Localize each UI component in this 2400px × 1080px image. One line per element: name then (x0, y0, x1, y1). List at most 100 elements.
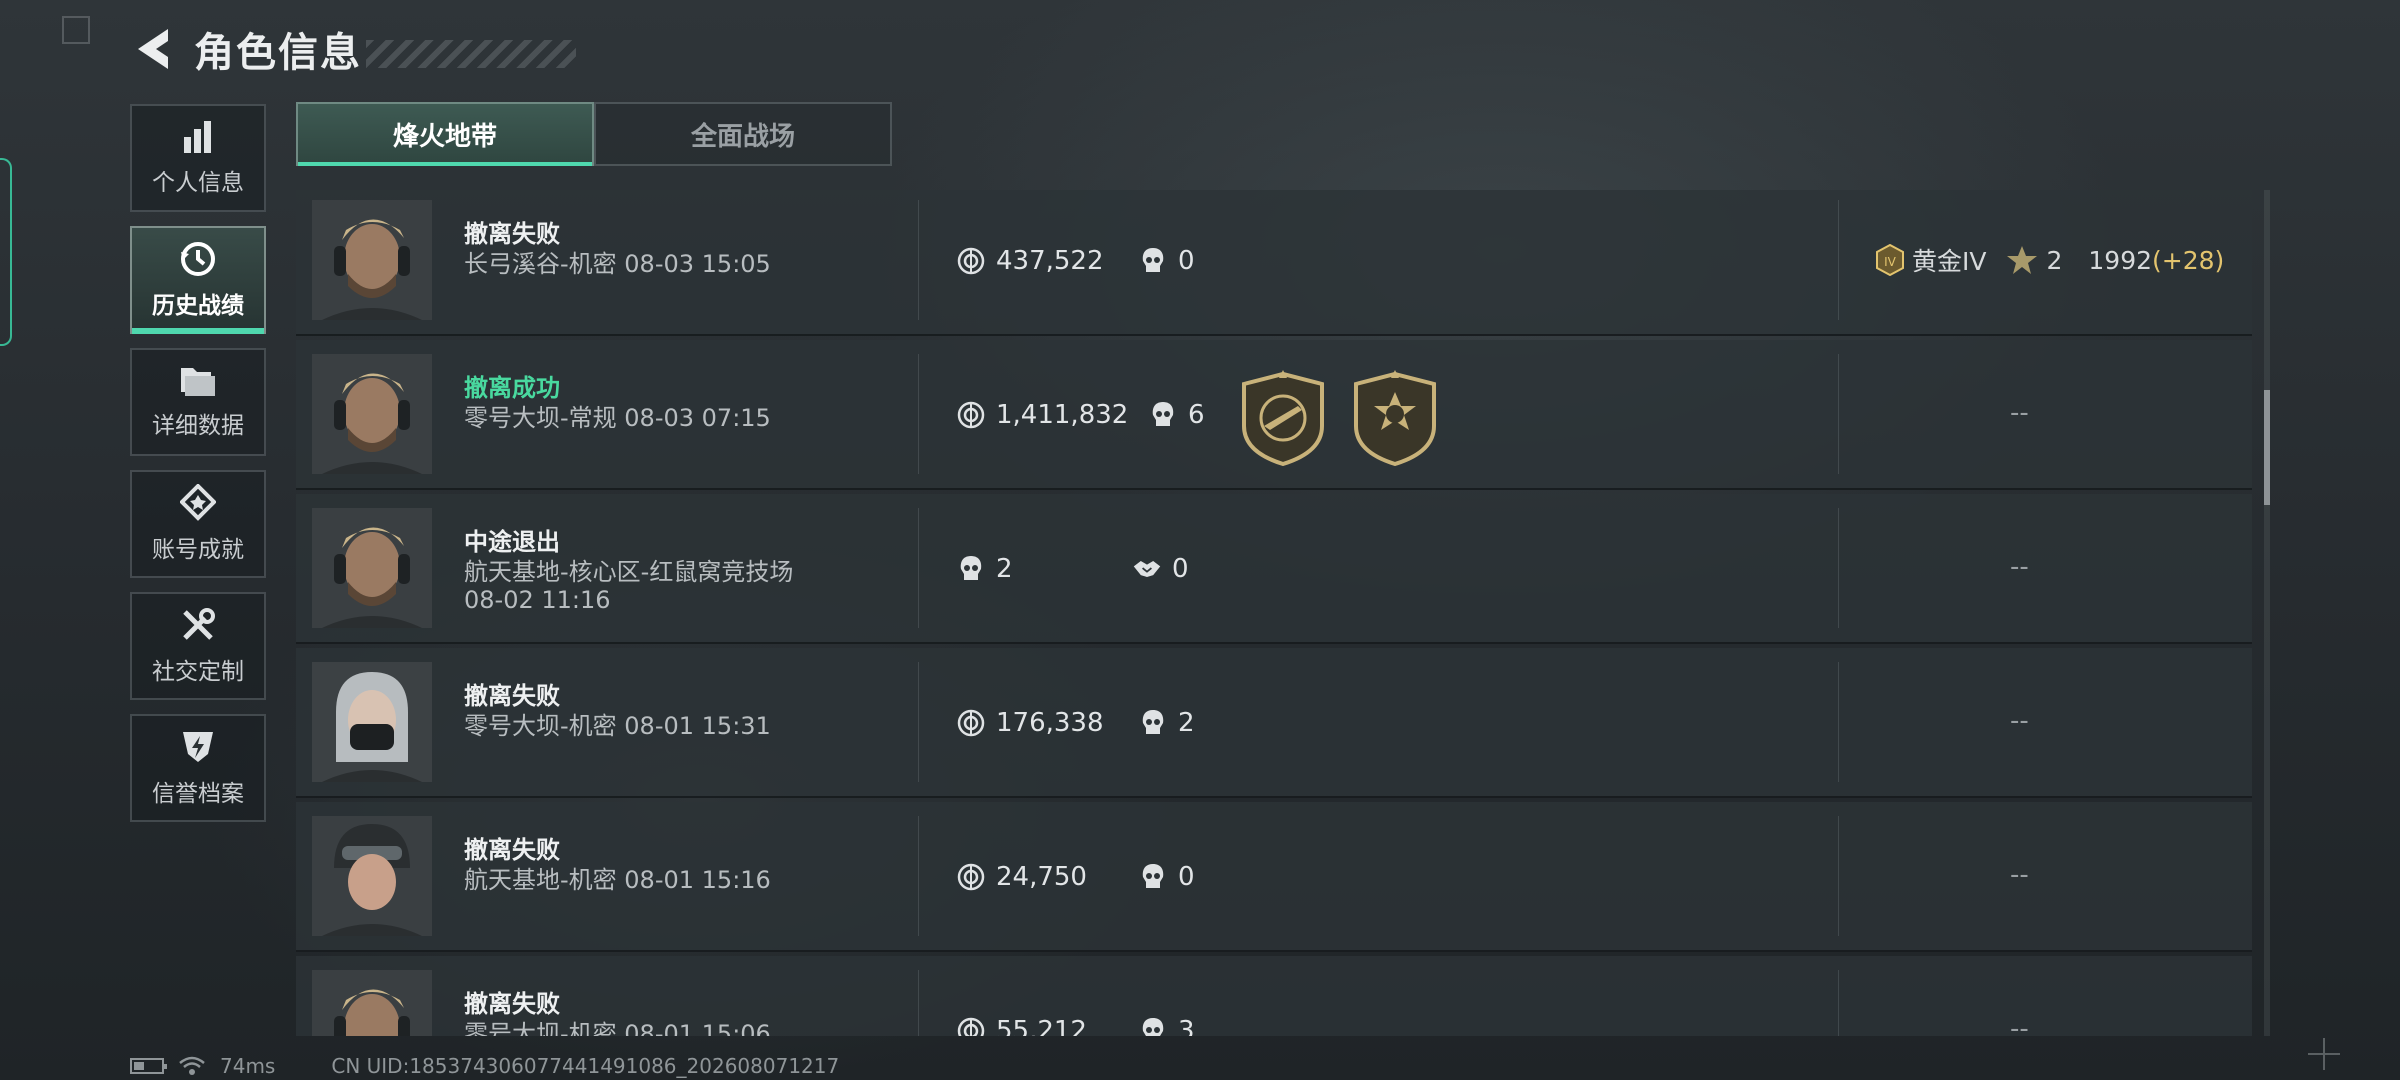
match-location-time: 航天基地-机密 08-01 15:16 (464, 866, 771, 894)
avatar (312, 200, 432, 320)
kills-stat: 0 (1138, 862, 1195, 892)
rank-result: -- (2010, 706, 2029, 736)
user-uid: CN UID:1853743060774414910​86_2026080712… (331, 1054, 840, 1078)
match-status: 中途退出 (464, 528, 560, 556)
divider (918, 200, 919, 320)
scrollbar-thumb[interactable] (2264, 390, 2270, 505)
rank-badge-icon: IV (1876, 244, 1904, 276)
medal-group (1238, 370, 1462, 466)
page-header: 角色信息 (130, 20, 576, 78)
nav-item-credit[interactable]: 信誉档案 (130, 714, 266, 822)
star-count: 2 (2046, 245, 2063, 275)
nav-label: 详细数据 (152, 413, 244, 439)
assists-count: 0 (1172, 554, 1189, 584)
value-stat: 24,750 (956, 862, 1087, 892)
rank-result: -- (2010, 1014, 2029, 1036)
operator-portrait-icon (312, 200, 432, 320)
divider (918, 354, 919, 474)
nav-label: 信誉档案 (152, 781, 244, 807)
match-history-list[interactable]: 撤离失败 长弓溪谷-机密 08-03 15:05 437,522 0 IV 黄金… (296, 190, 2252, 1036)
match-status: 撤离失败 (464, 682, 560, 710)
tab-full-battlefield[interactable]: 全面战场 (594, 102, 892, 166)
kills-count: 0 (1178, 862, 1195, 892)
shield-bolt-icon (183, 732, 213, 762)
nav-item-profile[interactable]: 个人信息 (130, 104, 266, 212)
bar-chart-icon (184, 121, 211, 153)
match-location-time: 零号大坝-机密 08-01 15:06 (464, 1020, 771, 1036)
nav-item-social[interactable]: 社交定制 (130, 592, 266, 700)
avatar (312, 662, 432, 782)
kills-count: 2 (996, 554, 1013, 584)
rank-score: 1992 (2088, 245, 2153, 275)
list-item[interactable]: 撤离失败 零号大坝-机密 08-01 15:06 55,212 3 -- (296, 956, 2252, 1036)
avatar (312, 970, 432, 1036)
rank-result: -- (2010, 860, 2029, 890)
nav-label: 历史战绩 (152, 293, 244, 319)
match-status: 撤离成功 (464, 374, 560, 402)
skull-icon (1142, 864, 1164, 888)
value-stat: 55,212 (956, 1016, 1087, 1036)
rank-result: -- (2010, 552, 2029, 582)
currency-icon (957, 1017, 985, 1036)
currency-icon (957, 247, 985, 275)
kills-stat: 2 (1138, 708, 1195, 738)
back-button[interactable] (130, 23, 178, 75)
wifi-icon (179, 1056, 205, 1075)
skull-icon (1152, 402, 1174, 426)
svg-text:IV: IV (1884, 255, 1897, 269)
corner-frame-icon (62, 16, 90, 44)
history-icon (181, 242, 215, 276)
status-footer: 74ms CN UID:1853743060774414910​86_20260… (130, 1054, 839, 1078)
match-status: 撤离失败 (464, 836, 560, 864)
value-stat: 176,338 (956, 708, 1104, 738)
nav-label: 账号成就 (152, 537, 244, 563)
match-location-time: 零号大坝-常规 08-03 07:15 (464, 404, 771, 432)
divider (1838, 970, 1839, 1036)
skull-icon (1142, 1018, 1164, 1036)
match-status: 撤离失败 (464, 990, 560, 1018)
operator-portrait-icon (312, 354, 432, 474)
match-location-time: 零号大坝-机密 08-01 15:31 (464, 712, 771, 740)
mode-tabs: 烽火地带 全面战场 (296, 102, 892, 166)
edge-handle[interactable] (0, 158, 12, 346)
divider (918, 970, 919, 1036)
operator-portrait-icon (312, 508, 432, 628)
value-amount: 24,750 (996, 862, 1087, 892)
page-title: 角色信息 (194, 30, 362, 76)
value-amount: 437,522 (996, 246, 1104, 276)
kills-count: 2 (1178, 708, 1195, 738)
nav-item-achievements[interactable]: 账号成就 (130, 470, 266, 578)
avatar (312, 354, 432, 474)
currency-icon (957, 863, 985, 891)
side-nav: 个人信息 历史战绩 详细数据 账号成就 社交定制 信誉档案 (130, 104, 266, 836)
match-location-time: 长弓溪谷-机密 08-03 15:05 (464, 250, 771, 278)
list-scrollbar[interactable] (2264, 190, 2270, 1036)
kills-stat: 2 (956, 554, 1013, 584)
list-item[interactable]: 撤离失败 长弓溪谷-机密 08-03 15:05 437,522 0 IV 黄金… (296, 190, 2252, 336)
value-amount: 55,212 (996, 1016, 1087, 1036)
weapon-medal-icon[interactable] (1238, 370, 1328, 466)
nav-item-history[interactable]: 历史战绩 (130, 226, 266, 334)
tab-warzone[interactable]: 烽火地带 (296, 102, 594, 166)
ping-value: 74ms (220, 1054, 276, 1078)
battery-icon (130, 1058, 167, 1074)
match-location-time: 航天基地-核心区-红鼠窝竞技场 08-02 11:16 (464, 558, 794, 614)
list-item[interactable]: 撤离成功 零号大坝-常规 08-03 07:15 1,411,832 6 -- (296, 340, 2252, 490)
nav-label: 个人信息 (152, 170, 244, 196)
crosshair-plus-icon (2308, 1038, 2340, 1070)
list-item[interactable]: 撤离失败 零号大坝-机密 08-01 15:31 176,338 2 -- (296, 648, 2252, 798)
skull-icon (1142, 248, 1164, 272)
star-icon (2007, 246, 2038, 274)
list-item[interactable]: 撤离失败 航天基地-机密 08-01 15:16 24,750 0 -- (296, 802, 2252, 952)
value-amount: 1,411,832 (996, 400, 1129, 430)
list-item[interactable]: 中途退出 航天基地-核心区-红鼠窝竞技场 08-02 11:16 2 0 -- (296, 494, 2252, 644)
assists-stat: 0 (1132, 554, 1189, 584)
currency-icon (957, 401, 985, 429)
nav-item-details[interactable]: 详细数据 (130, 348, 266, 456)
divider (918, 662, 919, 782)
kills-stat: 0 (1138, 246, 1195, 276)
skull-medal-icon[interactable] (1350, 370, 1440, 466)
handshake-icon (1133, 561, 1161, 577)
kills-count: 0 (1178, 246, 1195, 276)
kills-stat: 6 (1148, 400, 1205, 430)
